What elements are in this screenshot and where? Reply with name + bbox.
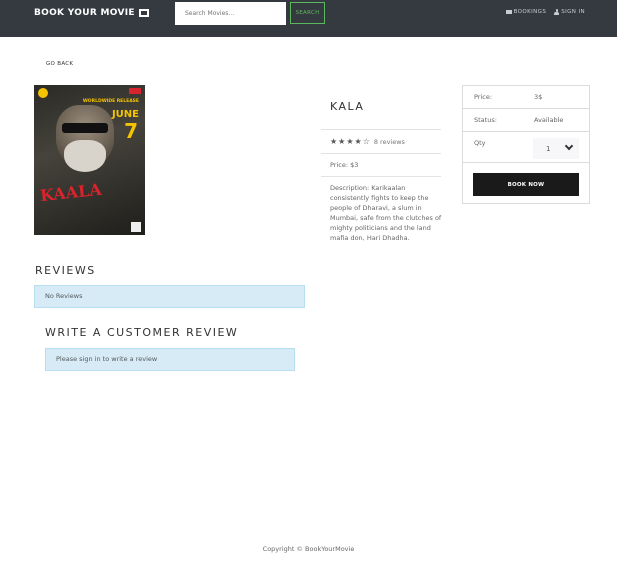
movie-poster: WORLDWIDE RELEASE JUNE 7 KAALA — [34, 85, 145, 235]
movie-title: KALA — [330, 100, 365, 113]
reviews-heading: REVIEWS — [35, 264, 96, 277]
go-back-button[interactable]: GO BACK — [40, 59, 79, 69]
movie-price: Price: $3 — [330, 161, 359, 169]
star-full-icon: ★ — [330, 137, 338, 146]
poster-studio-logo — [38, 88, 48, 98]
user-icon — [554, 9, 560, 15]
bookings-label: BOOKINGS — [513, 9, 547, 15]
navbar: BOOK YOUR MOVIE SEARCH BOOKINGS SIGN IN — [0, 0, 617, 37]
movie-description: Description: Karikaalan consistently fig… — [330, 184, 442, 242]
brand-link[interactable]: BOOK YOUR MOVIE — [34, 8, 149, 18]
status-label: Status: — [474, 116, 497, 124]
status-row: Status: Available — [463, 109, 589, 132]
poster-qr-code — [131, 222, 141, 232]
poster-release-line: WORLDWIDE RELEASE — [82, 99, 139, 104]
chevron-down-icon — [564, 141, 574, 151]
sign-in-label: SIGN IN — [561, 9, 585, 15]
status-value: Available — [534, 116, 564, 124]
search-button[interactable]: SEARCH — [290, 2, 325, 24]
star-full-icon: ★ — [346, 137, 354, 146]
poster-beard — [64, 140, 106, 172]
bookings-link[interactable]: BOOKINGS — [505, 9, 547, 15]
sign-in-link[interactable]: SIGN IN — [554, 9, 585, 15]
nav-links: BOOKINGS SIGN IN — [505, 9, 585, 15]
sign-in-message: Please sign in to write a review — [56, 355, 158, 363]
poster-glasses — [62, 123, 108, 133]
qty-value: 1 — [546, 144, 551, 153]
book-now-button[interactable]: BOOK NOW — [473, 173, 579, 196]
reviews-count: 8 reviews — [373, 138, 405, 146]
star-full-icon: ★ — [354, 137, 362, 146]
divider — [321, 129, 441, 130]
rating: ★ ★ ★ ★ ☆ 8 reviews — [330, 137, 405, 147]
divider — [321, 153, 441, 154]
price-label: Price: — [474, 93, 493, 101]
qty-label: Qty — [474, 139, 486, 147]
price-row: Price: 3$ — [463, 86, 589, 109]
star-empty-icon: ☆ — [362, 137, 370, 146]
poster-distributor-logo — [129, 88, 141, 94]
qty-select[interactable]: 1 — [533, 138, 579, 159]
star-full-icon: ★ — [338, 137, 346, 146]
search-input[interactable] — [175, 2, 286, 25]
film-icon — [138, 9, 149, 17]
credit-card-icon — [505, 10, 512, 14]
write-review-heading: WRITE A CUSTOMER REVIEW — [45, 326, 239, 339]
divider — [321, 176, 441, 177]
poster-title-art: KAALA — [39, 179, 103, 206]
sign-in-alert: Please sign in to write a review — [45, 348, 295, 371]
no-reviews-alert: No Reviews — [34, 285, 305, 308]
price-value: 3$ — [534, 93, 543, 101]
brand-title: BOOK YOUR MOVIE — [34, 8, 135, 18]
poster-day: 7 — [124, 119, 138, 143]
footer-copyright: Copyright © BookYourMovie — [262, 545, 355, 553]
